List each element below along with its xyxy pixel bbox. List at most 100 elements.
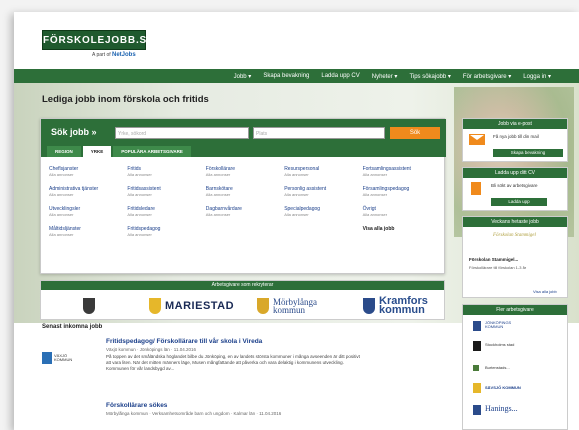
create-alert-button[interactable]: Skapa bevakning bbox=[493, 149, 563, 157]
cv-widget-text: Bli sökt av arbetsgivare bbox=[491, 183, 538, 188]
search-button[interactable]: Sök bbox=[390, 127, 440, 139]
category-count: Alla annonser bbox=[127, 172, 152, 177]
category-item[interactable]: Fritids Alla annonser bbox=[127, 166, 205, 180]
job-title[interactable]: Fritidspedagog/ Förskollärare till vår s… bbox=[106, 338, 262, 345]
tab-region[interactable]: REGION bbox=[47, 146, 81, 157]
envelope-icon bbox=[469, 134, 485, 145]
job-meta: Växjö kommun · Jönköpings län · 11.04.20… bbox=[106, 347, 196, 352]
hot-jobs-link[interactable]: Visa alla jobb bbox=[533, 289, 557, 294]
tab-populara[interactable]: POPULÄRA ARBETSGIVARE bbox=[113, 146, 191, 157]
category-count: Alla annonser bbox=[49, 192, 74, 197]
category-empty bbox=[206, 226, 284, 240]
category-item[interactable]: Personlig assistent Alla annonser bbox=[284, 186, 362, 200]
employer-item[interactable]: SÄVSJÖ KOMMUN bbox=[485, 386, 521, 390]
email-widget-header: Jobb via e-post bbox=[463, 119, 567, 129]
document-icon bbox=[471, 182, 481, 195]
category-empty bbox=[284, 226, 362, 240]
cv-upload-widget: Ladda upp ditt CV Bli sökt av arbetsgiva… bbox=[462, 167, 568, 211]
search-tabs: REGION YRKE POPULÄRA ARBETSGIVARE bbox=[47, 146, 191, 157]
kramfors-logo[interactable]: Kramfors kommun bbox=[363, 295, 439, 317]
category-item[interactable]: Cheflsjanster Alla annonser bbox=[49, 166, 127, 180]
category-count: Alla annonser bbox=[49, 212, 74, 217]
search-bar: Sök jobb » Yrke, sökord Plats Sök REGION… bbox=[41, 119, 446, 157]
job-listing[interactable]: VÄXJÖ KOMMUN Fritidspedagog/ Förskollära… bbox=[42, 338, 447, 400]
category-count: Alla annonser bbox=[362, 192, 388, 197]
category-item[interactable]: Resurspersonal Alla annonser bbox=[284, 166, 362, 180]
email-alert-widget: Jobb via e-post Få nya jobb till din mai… bbox=[462, 118, 568, 162]
employer-logo-icon bbox=[473, 365, 479, 371]
upload-cv-button[interactable]: Ladda upp bbox=[491, 198, 547, 206]
category-item[interactable]: Specialpedagog Alla annonser bbox=[284, 206, 362, 220]
mariestad-logo[interactable]: MARIESTAD bbox=[149, 295, 234, 317]
category-count: Alla annonser bbox=[284, 212, 309, 217]
savsjo-shield-icon bbox=[473, 383, 481, 393]
employer-item[interactable]: Stockholms stad bbox=[485, 343, 519, 347]
boden-logo[interactable] bbox=[83, 295, 99, 317]
cv-widget-header: Ladda upp ditt CV bbox=[463, 168, 567, 178]
category-item[interactable]: Dagbarnvårdare Alla annonser bbox=[206, 206, 284, 220]
show-all-jobs-link[interactable]: Visa alla jobb bbox=[363, 226, 441, 232]
category-count: Alla annonser bbox=[49, 232, 74, 237]
hot-job-brand: Förskolan Stammigel bbox=[493, 233, 536, 238]
browser-frame: FÖRSKOLEJOBB.SE A part of NetJobs Jobb ▾… bbox=[14, 12, 579, 430]
mariestad-text: MARIESTAD bbox=[165, 300, 235, 312]
kramfors-shield-icon bbox=[363, 298, 375, 314]
job-logo-text: VÄXJÖ KOMMUN bbox=[54, 353, 73, 362]
nav-jobb[interactable]: Jobb ▾ bbox=[228, 73, 258, 80]
category-item[interactable]: Fortsamlingsassistent Alla annonser bbox=[363, 166, 441, 180]
latest-jobs-header: Senast inkomna jobb bbox=[42, 324, 103, 330]
category-item[interactable]: Förskollärare Alla annonser bbox=[206, 166, 284, 180]
category-count: Alla annonser bbox=[49, 172, 74, 177]
category-item[interactable]: Barnskötare Alla annonser bbox=[206, 186, 284, 200]
more-employers-widget: Fler arbetsgivare JÖNKÖPINGS KOMMUN Stoc… bbox=[462, 304, 568, 430]
site-logo[interactable]: FÖRSKOLEJOBB.SE bbox=[42, 30, 154, 50]
nav-skapa-bevakning[interactable]: Skapa bevakning bbox=[257, 73, 315, 79]
employer-item[interactable]: Burtenstads... bbox=[485, 366, 510, 370]
show-all-jobs[interactable]: Visa alla jobb bbox=[363, 226, 441, 240]
category-item[interactable]: Fritidspedagog Alla annonser bbox=[127, 226, 205, 240]
category-item[interactable]: Övrigt Alla annonser bbox=[363, 206, 441, 220]
vaxjo-shield-icon bbox=[42, 352, 52, 364]
category-count: Alla annonser bbox=[205, 192, 231, 197]
employer-item[interactable]: JÖNKÖPINGS KOMMUN bbox=[485, 321, 519, 329]
kramfors-text: Kramfors kommun bbox=[379, 295, 428, 316]
location-input[interactable]: Plats bbox=[253, 127, 385, 139]
job-listing[interactable]: Förskollärare sökes Mörbylånga kommun · … bbox=[42, 402, 447, 430]
nav-logga-in[interactable]: Logga in ▾ bbox=[517, 73, 557, 80]
category-item[interactable]: Församlingspedagog Alla annonser bbox=[363, 186, 441, 200]
category-count: Alla annonser bbox=[205, 172, 231, 177]
nav-nyheter[interactable]: Nyheter ▾ bbox=[366, 73, 404, 80]
nav-ladda-upp-cv[interactable]: Ladda upp CV bbox=[315, 73, 365, 79]
jonkoping-shield-icon bbox=[473, 321, 481, 331]
category-count: Alla annonser bbox=[205, 212, 231, 217]
logo-subtitle: A part of NetJobs bbox=[92, 52, 136, 58]
morbylanga-logo[interactable]: Mörbylånga kommun bbox=[257, 295, 333, 317]
category-count: Alla annonser bbox=[127, 212, 152, 217]
category-item[interactable]: Utvecklingsler Alla annonser bbox=[49, 206, 127, 220]
hot-jobs-header: Veckans hetaste jobb bbox=[463, 217, 567, 227]
category-count: Alla annonser bbox=[127, 232, 152, 237]
job-meta: Mörbylånga kommun · Verksamhetsområde ba… bbox=[106, 411, 282, 416]
tab-yrke[interactable]: YRKE bbox=[82, 146, 112, 157]
search-panel: Sök jobb » Yrke, sökord Plats Sök REGION… bbox=[40, 118, 446, 274]
hot-job-title[interactable]: Förskolan Stammigel... bbox=[469, 257, 518, 262]
category-item[interactable]: Fritidsledare Alla annonser bbox=[127, 206, 205, 220]
main-nav: Jobb ▾ Skapa bevakning Ladda upp CV Nyhe… bbox=[14, 69, 579, 83]
morbylanga-shield-icon bbox=[257, 298, 269, 314]
category-item[interactable]: Måltidsljänster Alla annonser bbox=[49, 226, 127, 240]
category-item[interactable]: Administrativa tjänster Alla annonser bbox=[49, 186, 127, 200]
category-count: Alla annonser bbox=[362, 212, 388, 217]
keyword-input[interactable]: Yrke, sökord bbox=[115, 127, 249, 139]
search-label: Sök jobb » bbox=[51, 127, 97, 137]
email-widget-text: Få nya jobb till din mail bbox=[493, 134, 539, 139]
employers-header: Fler arbetsgivare bbox=[463, 305, 567, 315]
employer-item[interactable]: Hanings... bbox=[485, 405, 518, 413]
hot-job-text: Förskollärare till förskolan 1-3 år bbox=[469, 265, 527, 270]
category-count: Alla annonser bbox=[127, 192, 152, 197]
hot-jobs-widget: Veckans hetaste jobb Förskolan Stammigel… bbox=[462, 216, 568, 298]
nav-arbetsgivare[interactable]: För arbetsgivare ▾ bbox=[457, 73, 517, 80]
nav-tips[interactable]: Tips sökajobb ▾ bbox=[403, 73, 456, 80]
sponsor-panel: Arbetsgivare som rekryterar MARIESTAD Mö… bbox=[40, 280, 445, 320]
category-item[interactable]: Fritidsassistent Alla annonser bbox=[127, 186, 205, 200]
job-title[interactable]: Förskollärare sökes bbox=[106, 402, 167, 409]
